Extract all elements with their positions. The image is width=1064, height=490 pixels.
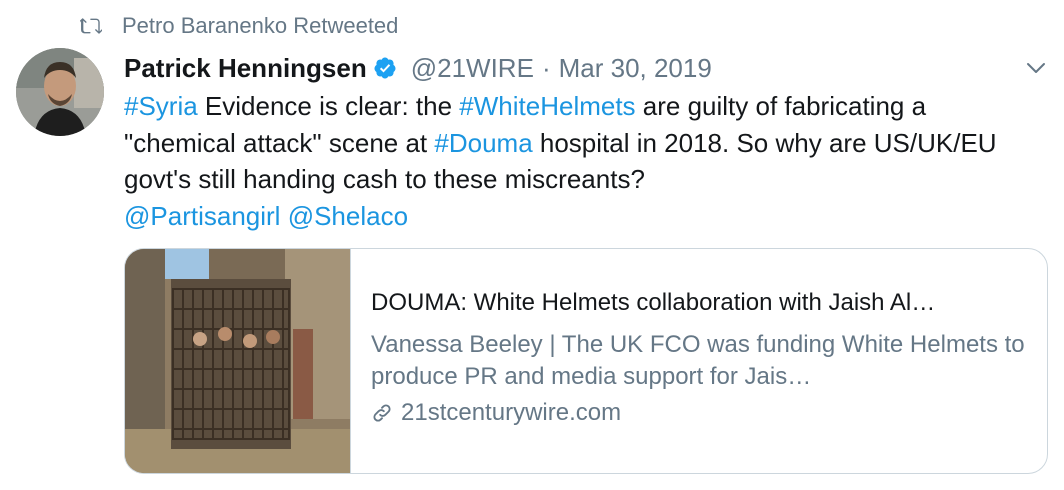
avatar-image	[16, 48, 104, 136]
card-domain[interactable]: 21stcenturywire.com	[401, 397, 621, 429]
card-title[interactable]: DOUMA: White Helmets collaboration with …	[371, 287, 1031, 319]
chevron-down-icon[interactable]	[1024, 56, 1048, 80]
mention-partisangirl[interactable]: @Partisangirl	[124, 201, 280, 231]
mention-shelaco[interactable]: @Shelaco	[288, 201, 408, 231]
card-body[interactable]: DOUMA: White Helmets collaboration with …	[351, 249, 1047, 473]
card-photo	[125, 249, 350, 473]
author-name[interactable]: Patrick Henningsen	[124, 53, 367, 84]
hashtag-douma[interactable]: #Douma	[434, 128, 532, 158]
author-avatar[interactable]	[16, 48, 104, 136]
mention-space	[280, 201, 287, 231]
retweet-context[interactable]: Petro Baranenko Retweeted	[80, 12, 398, 40]
header-separator: ·	[541, 52, 551, 83]
hashtag-syria[interactable]: #Syria	[124, 91, 198, 121]
tweet[interactable]: Petro Baranenko Retweeted Patrick Hennin…	[0, 0, 1064, 490]
tweet-header: Patrick Henningsen @21WIRE · Mar 30, 201…	[124, 50, 712, 86]
link-icon	[373, 404, 391, 422]
hashtag-whitehelmets[interactable]: #WhiteHelmets	[459, 91, 635, 121]
card-domain-row[interactable]: 21stcenturywire.com	[371, 397, 1047, 429]
link-card[interactable]: DOUMA: White Helmets collaboration with …	[124, 248, 1048, 474]
card-image[interactable]	[125, 249, 351, 473]
tweet-text: #Syria Evidence is clear: the #WhiteHelm…	[124, 88, 1044, 234]
verified-badge-icon	[374, 57, 396, 79]
tweet-date[interactable]: Mar 30, 2019	[559, 53, 712, 84]
tweet-text-part1: Evidence is clear: the	[197, 91, 460, 121]
card-description: Vanessa Beeley | The UK FCO was funding …	[371, 331, 1025, 390]
author-handle[interactable]: @21WIRE	[411, 53, 534, 84]
retweet-label[interactable]: Petro Baranenko Retweeted	[122, 13, 398, 39]
retweet-icon	[80, 18, 102, 34]
